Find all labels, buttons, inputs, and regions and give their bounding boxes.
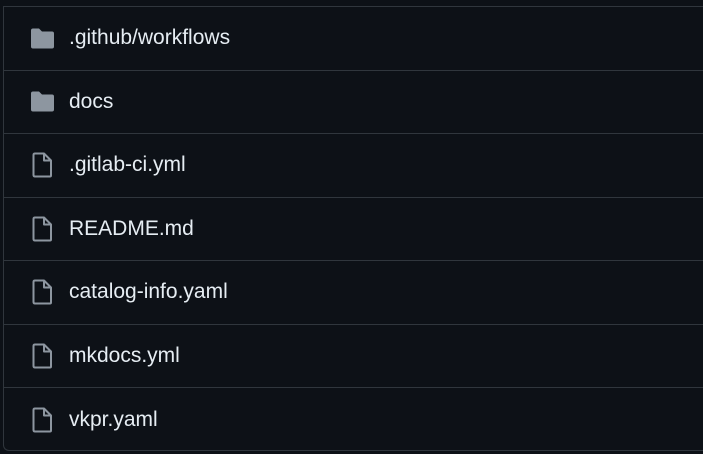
file-name[interactable]: README.md <box>69 217 194 241</box>
file-list: .github/workflows docs .gitlab-ci.yml RE… <box>3 6 703 451</box>
file-name[interactable]: docs <box>69 90 113 114</box>
file-row-readme[interactable]: README.md <box>4 198 703 261</box>
file-row-mkdocs[interactable]: mkdocs.yml <box>4 325 703 388</box>
file-icon <box>28 406 55 433</box>
folder-icon <box>28 25 55 52</box>
file-name[interactable]: mkdocs.yml <box>69 344 180 368</box>
file-name[interactable]: catalog-info.yaml <box>69 280 228 304</box>
folder-icon <box>28 88 55 115</box>
file-name[interactable]: vkpr.yaml <box>69 408 158 432</box>
file-icon <box>28 279 55 306</box>
file-row-docs[interactable]: docs <box>4 71 703 134</box>
file-icon <box>28 215 55 242</box>
file-row-github-workflows[interactable]: .github/workflows <box>4 7 703 71</box>
file-row-gitlab-ci[interactable]: .gitlab-ci.yml <box>4 134 703 198</box>
file-name[interactable]: .gitlab-ci.yml <box>69 153 186 177</box>
file-icon <box>28 152 55 179</box>
file-name[interactable]: .github/workflows <box>69 26 230 50</box>
file-row-catalog-info[interactable]: catalog-info.yaml <box>4 261 703 325</box>
file-row-vkpr[interactable]: vkpr.yaml <box>4 388 703 452</box>
file-icon <box>28 342 55 369</box>
